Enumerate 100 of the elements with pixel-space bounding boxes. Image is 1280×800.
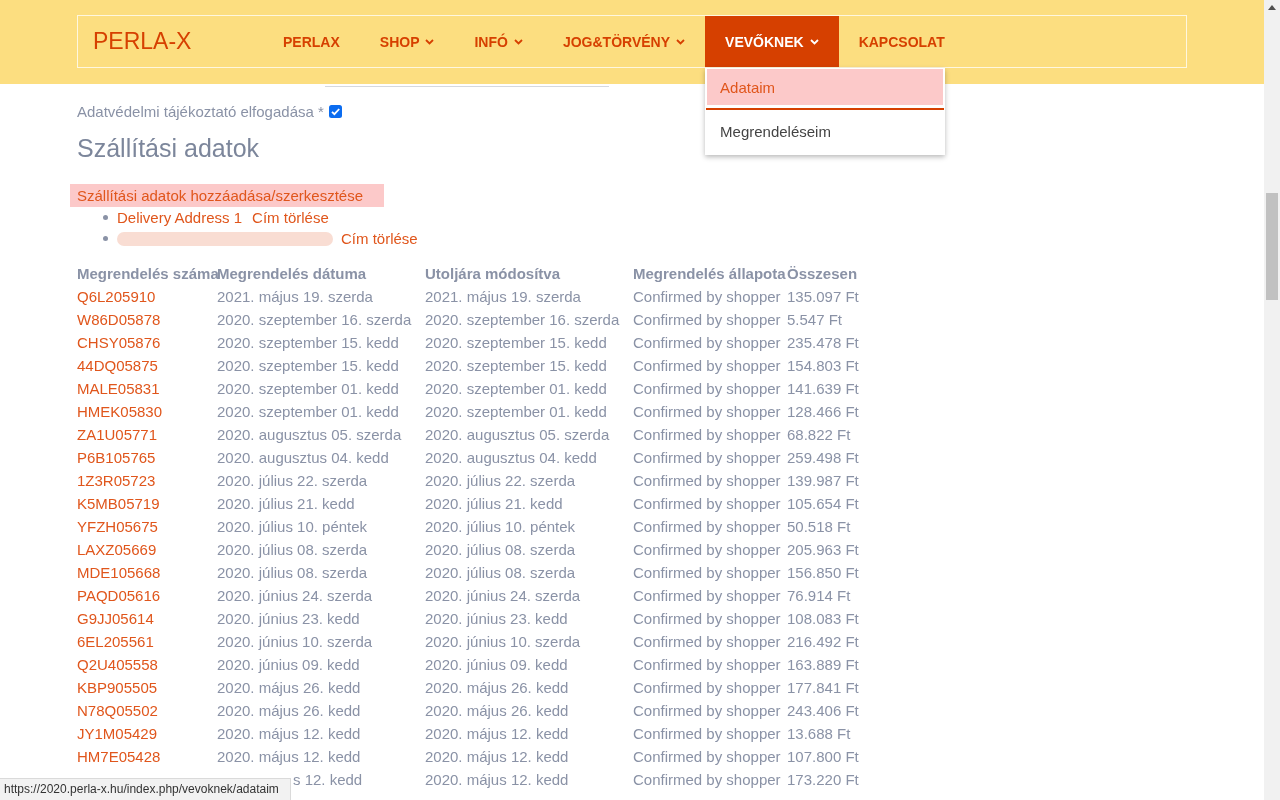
table-cell: Confirmed by shopper <box>633 403 781 420</box>
table-cell: 2020. július 08. szerda <box>217 564 368 581</box>
table-cell: Confirmed by shopper <box>633 633 781 650</box>
column-header: Megrendelés száma <box>77 264 217 284</box>
nav-item[interactable]: JOG&TÖRVÉNY <box>542 16 706 67</box>
status-url-tooltip: https://2020.perla-x.hu/index.php/vevoknek/adataim <box>0 778 291 800</box>
table-cell: 2020. szeptember 01. kedd <box>425 380 607 397</box>
table-cell: 2020. szeptember 15. kedd <box>425 334 607 351</box>
table-cell: 2020. május 26. kedd <box>217 679 361 696</box>
table-cell: 128.466 Ft <box>787 403 859 420</box>
table-cell: Confirmed by shopper <box>633 518 781 535</box>
table-cell: 2020. szeptember 16. szerda <box>425 311 620 328</box>
table-cell: 2020. június 09. kedd <box>217 656 360 673</box>
nav-item[interactable]: KAPCSOLAT <box>838 16 965 67</box>
table-cell: 2020. június 24. szerda <box>425 587 581 604</box>
table-cell: 2020. augusztus 05. szerda <box>217 426 402 443</box>
table-cell: Confirmed by shopper <box>633 541 781 558</box>
table-cell: 50.518 Ft <box>787 518 851 535</box>
table-cell: Confirmed by shopper <box>633 334 781 351</box>
order-link[interactable]: 6EL205561 <box>77 633 154 650</box>
table-cell: 2020. július 22. szerda <box>425 472 576 489</box>
table-cell: Confirmed by shopper <box>633 748 781 765</box>
menu-item[interactable]: Adataim <box>707 69 944 105</box>
table-cell: 154.803 Ft <box>787 357 859 374</box>
table-cell: 108.083 Ft <box>787 610 859 627</box>
nav-item[interactable]: VEVŐKNEK <box>705 16 839 67</box>
table-cell: 2020. május 12. kedd <box>425 771 569 788</box>
table-cell: 105.654 Ft <box>787 495 859 512</box>
table-cell: 2020. július 22. szerda <box>217 472 368 489</box>
table-cell: 2020. június 23. kedd <box>217 610 360 627</box>
checkbox[interactable] <box>328 104 342 118</box>
delete-address-link[interactable]: Cím törlése <box>341 230 418 247</box>
nav-item[interactable]: INFÓ <box>454 16 543 67</box>
order-link[interactable]: 44DQ05875 <box>77 357 158 374</box>
table-cell: 2020. szeptember 01. kedd <box>217 403 399 420</box>
order-link[interactable]: W86D05878 <box>77 311 161 328</box>
table-cell: 2020. május 26. kedd <box>217 702 361 719</box>
column-header: Összesen <box>787 264 859 284</box>
table-cell: 216.492 Ft <box>787 633 859 650</box>
order-link[interactable]: ZA1U05771 <box>77 426 158 443</box>
nav-item[interactable]: PERLAX <box>263 16 360 67</box>
table-cell: 13.688 Ft <box>787 725 851 742</box>
order-link[interactable]: K5MB05719 <box>77 495 160 512</box>
table-cell: 2020. május 12. kedd <box>217 725 361 742</box>
table-cell: Confirmed by shopper <box>633 426 781 443</box>
table-cell: Confirmed by shopper <box>633 311 781 328</box>
order-link[interactable]: PAQD05616 <box>77 587 161 604</box>
table-cell: 173.220 Ft <box>787 771 859 788</box>
order-link[interactable]: Q6L205910 <box>77 288 156 305</box>
table-cell: Confirmed by shopper <box>633 472 781 489</box>
scrollbar-thumb[interactable] <box>1266 193 1278 300</box>
table-cell: 68.822 Ft <box>787 426 851 443</box>
table-cell: 2020. szeptember 16. szerda <box>217 311 412 328</box>
table-cell: Confirmed by shopper <box>633 587 781 604</box>
order-link[interactable]: LAXZ05669 <box>77 541 157 558</box>
table-cell: 243.406 Ft <box>787 702 859 719</box>
delete-address-link[interactable]: Cím törlése <box>252 209 329 226</box>
menu-item[interactable]: Megrendeléseim <box>705 110 946 155</box>
column-header: Megrendelés állapota <box>633 264 787 284</box>
table-cell: 2020. augusztus 04. kedd <box>425 449 597 466</box>
table-cell: 2020. szeptember 15. kedd <box>217 357 399 374</box>
table-cell: 141.639 Ft <box>787 380 859 397</box>
table-cell: 2021. május 19. szerda <box>425 288 581 305</box>
table-cell: 139.987 Ft <box>787 472 859 489</box>
order-link[interactable]: HM7E05428 <box>77 748 161 765</box>
table-cell: Confirmed by shopper <box>633 495 781 512</box>
table-cell: 2020. július 10. péntek <box>217 518 368 535</box>
order-link[interactable]: Q2U405558 <box>77 656 158 673</box>
logo-text[interactable]: PERLA-X <box>93 28 192 55</box>
table-cell: 2020. szeptember 01. kedd <box>425 403 607 420</box>
table-cell: 177.841 Ft <box>787 679 859 696</box>
order-link[interactable]: HMEK05830 <box>77 403 163 420</box>
nav-item[interactable]: SHOP <box>359 16 455 67</box>
table-cell: 5.547 Ft <box>787 311 843 328</box>
table-cell: 205.963 Ft <box>787 541 859 558</box>
table-cell: 2020. július 08. szerda <box>425 541 576 558</box>
table-cell: Confirmed by shopper <box>633 357 781 374</box>
table-cell: 2020. május 26. kedd <box>425 679 569 696</box>
table-cell: 2020. július 08. szerda <box>425 564 576 581</box>
order-link[interactable]: CHSY05876 <box>77 334 161 351</box>
table-cell: Confirmed by shopper <box>633 702 781 719</box>
order-link[interactable]: N78Q05502 <box>77 702 158 719</box>
order-link[interactable]: 1Z3R05723 <box>77 472 156 489</box>
table-cell: Confirmed by shopper <box>633 679 781 696</box>
order-link[interactable]: MALE05831 <box>77 380 160 397</box>
column-header: Utoljára módosítva <box>425 264 562 284</box>
order-link[interactable]: KBP905505 <box>77 679 158 696</box>
edit-shipping-link[interactable]: Szállítási adatok hozzáadása/szerkesztése <box>70 184 384 207</box>
table-cell: 2020. május 26. kedd <box>425 702 569 719</box>
table-cell: 235.478 Ft <box>787 334 859 351</box>
address-link[interactable]: Delivery Address 1 <box>117 209 243 226</box>
order-link[interactable]: JY1M05429 <box>77 725 158 742</box>
table-cell: 2020. június 23. kedd <box>425 610 568 627</box>
order-link[interactable]: P6B105765 <box>77 449 156 466</box>
order-link[interactable]: MDE105668 <box>77 564 161 581</box>
table-cell: Confirmed by shopper <box>633 771 781 788</box>
order-link[interactable]: YFZH05675 <box>77 518 158 535</box>
table-cell: 135.097 Ft <box>787 288 859 305</box>
scroll-up-arrow-icon[interactable] <box>1268 5 1276 10</box>
order-link[interactable]: G9JJ05614 <box>77 610 154 627</box>
